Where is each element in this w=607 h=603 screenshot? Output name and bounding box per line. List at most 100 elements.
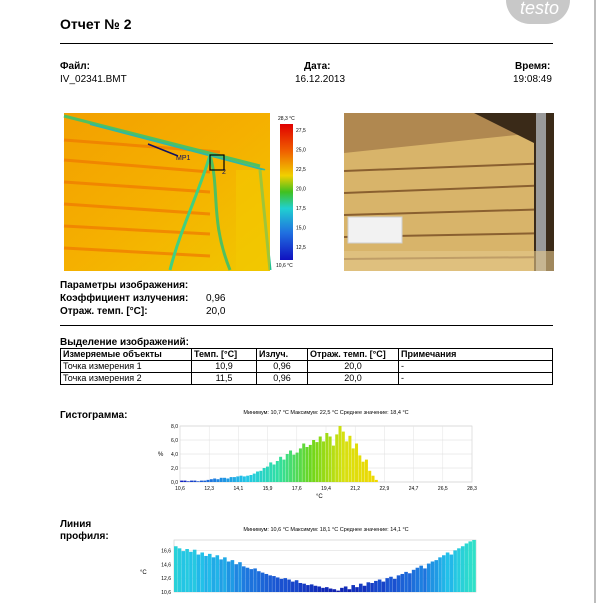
histogram-bar bbox=[308, 444, 312, 482]
histogram-x-tick: 10,6 bbox=[175, 486, 185, 492]
profile-bar bbox=[249, 569, 254, 592]
histogram-bar bbox=[368, 470, 372, 482]
histogram-bar bbox=[246, 475, 250, 482]
profile-bar bbox=[294, 580, 299, 592]
histogram-bar bbox=[364, 459, 368, 482]
profile-bar bbox=[177, 548, 182, 592]
table-header-row: Измеряемые объекты Темп. [°C] Излуч. Отр… bbox=[60, 348, 553, 361]
profile-bar bbox=[385, 578, 389, 592]
profile-bar bbox=[415, 567, 420, 592]
scale-max: 28,3 °C bbox=[278, 116, 295, 122]
profile-bar bbox=[374, 580, 378, 592]
profile-bar bbox=[468, 541, 473, 592]
profile-bar bbox=[253, 568, 257, 592]
profile-bar bbox=[241, 566, 246, 592]
profile-bar bbox=[430, 561, 435, 592]
histogram-bar bbox=[206, 479, 210, 482]
profile-bar bbox=[268, 575, 272, 592]
profile-bar bbox=[457, 548, 461, 592]
histogram-bar bbox=[315, 442, 319, 482]
profile-bar bbox=[272, 576, 276, 592]
profile-bar bbox=[287, 579, 291, 592]
scale-tick-label: 22,5 bbox=[296, 167, 306, 173]
histogram-y-tick: 8,0 bbox=[171, 424, 178, 430]
cell-notes: - bbox=[398, 360, 553, 373]
histogram-bar bbox=[256, 471, 260, 482]
mp1-label: MP1 bbox=[176, 155, 191, 162]
profile-bar bbox=[181, 551, 186, 592]
profile-bar bbox=[434, 560, 439, 592]
date-value: 16.12.2013 bbox=[295, 74, 346, 85]
histogram-bar bbox=[229, 477, 233, 482]
profile-bar bbox=[219, 559, 223, 592]
profile-bar bbox=[343, 586, 348, 592]
histogram-bar bbox=[213, 478, 217, 482]
histogram-bar bbox=[302, 443, 306, 482]
histogram-bar bbox=[252, 473, 256, 482]
scale-tick-label: 27,5 bbox=[296, 128, 306, 134]
profile-bar bbox=[449, 554, 454, 592]
scale-min: 10,6 °C bbox=[276, 263, 293, 269]
refl-temp-value: 20,0 bbox=[206, 306, 226, 317]
histogram-x-unit: °C bbox=[316, 494, 323, 500]
histogram-label: Гистограмма: bbox=[60, 410, 128, 421]
histogram-bar bbox=[203, 480, 207, 482]
refl-temp-label: Отраж. темп. [°C]: bbox=[60, 306, 148, 317]
histogram-x-tick: 19,4 bbox=[321, 486, 331, 492]
profile-label-line2: профиля: bbox=[60, 531, 109, 542]
profile-bar bbox=[264, 573, 269, 592]
histogram-bar bbox=[348, 435, 352, 482]
cell-refl-temp: 20,0 bbox=[307, 372, 399, 385]
profile-chart: Минимум: 10,6 °C Максимум: 18,1 °C Средн… bbox=[140, 527, 477, 596]
date-label: Дата: bbox=[304, 61, 331, 72]
histogram-bar bbox=[183, 480, 187, 482]
histogram-bar bbox=[282, 459, 286, 482]
profile-bar bbox=[426, 563, 431, 592]
profile-bar bbox=[332, 589, 337, 592]
profile-bar bbox=[313, 585, 318, 592]
profile-bar bbox=[472, 540, 476, 592]
histogram-bar bbox=[190, 480, 194, 482]
histogram-bar bbox=[335, 434, 339, 482]
color-scale-bar bbox=[280, 124, 293, 260]
scale-tick-label: 15,0 bbox=[296, 226, 306, 232]
params-divider bbox=[60, 325, 553, 326]
visual-photo bbox=[344, 113, 554, 271]
profile-bar bbox=[291, 581, 295, 592]
emissivity-label: Коэффициент излучения: bbox=[60, 293, 189, 304]
profile-label-line1: Линия bbox=[60, 519, 92, 530]
profile-bar bbox=[381, 581, 386, 592]
col-refl-temp: Отраж. темп. [°C] bbox=[307, 348, 399, 361]
histogram-bar bbox=[196, 481, 200, 482]
histogram-bar bbox=[355, 443, 359, 482]
histogram-bar bbox=[269, 462, 273, 482]
profile-bar bbox=[317, 586, 322, 592]
histogram-bar bbox=[223, 477, 227, 482]
profile-bar bbox=[411, 569, 416, 592]
header-divider bbox=[60, 43, 553, 44]
profile-bar bbox=[423, 568, 427, 592]
histogram-bar bbox=[209, 479, 213, 482]
histogram-bar bbox=[186, 481, 190, 482]
profile-bar bbox=[192, 549, 197, 592]
file-value: IV_02341.BMT bbox=[60, 74, 127, 85]
profile-bar bbox=[223, 557, 227, 592]
profile-bar bbox=[234, 564, 238, 592]
cell-object: Точка измерения 2 bbox=[60, 372, 192, 385]
file-label: Файл: bbox=[60, 61, 90, 72]
cell-emissivity: 0,96 bbox=[256, 372, 308, 385]
histogram-x-tick: 12,3 bbox=[204, 486, 214, 492]
profile-bar bbox=[453, 550, 457, 592]
time-value: 19:08:49 bbox=[513, 74, 552, 85]
histogram-bar bbox=[289, 450, 293, 482]
histogram-bar bbox=[345, 441, 349, 482]
profile-bar bbox=[306, 585, 310, 592]
profile-bar bbox=[347, 589, 352, 592]
profile-bar bbox=[298, 582, 303, 592]
profile-bar bbox=[419, 565, 423, 592]
time-label: Время: bbox=[515, 61, 551, 72]
histogram-bar bbox=[272, 464, 276, 482]
histogram-bar bbox=[259, 470, 263, 482]
histogram-x-tick: 26,5 bbox=[438, 486, 448, 492]
profile-y-tick: 12,6 bbox=[161, 576, 171, 582]
